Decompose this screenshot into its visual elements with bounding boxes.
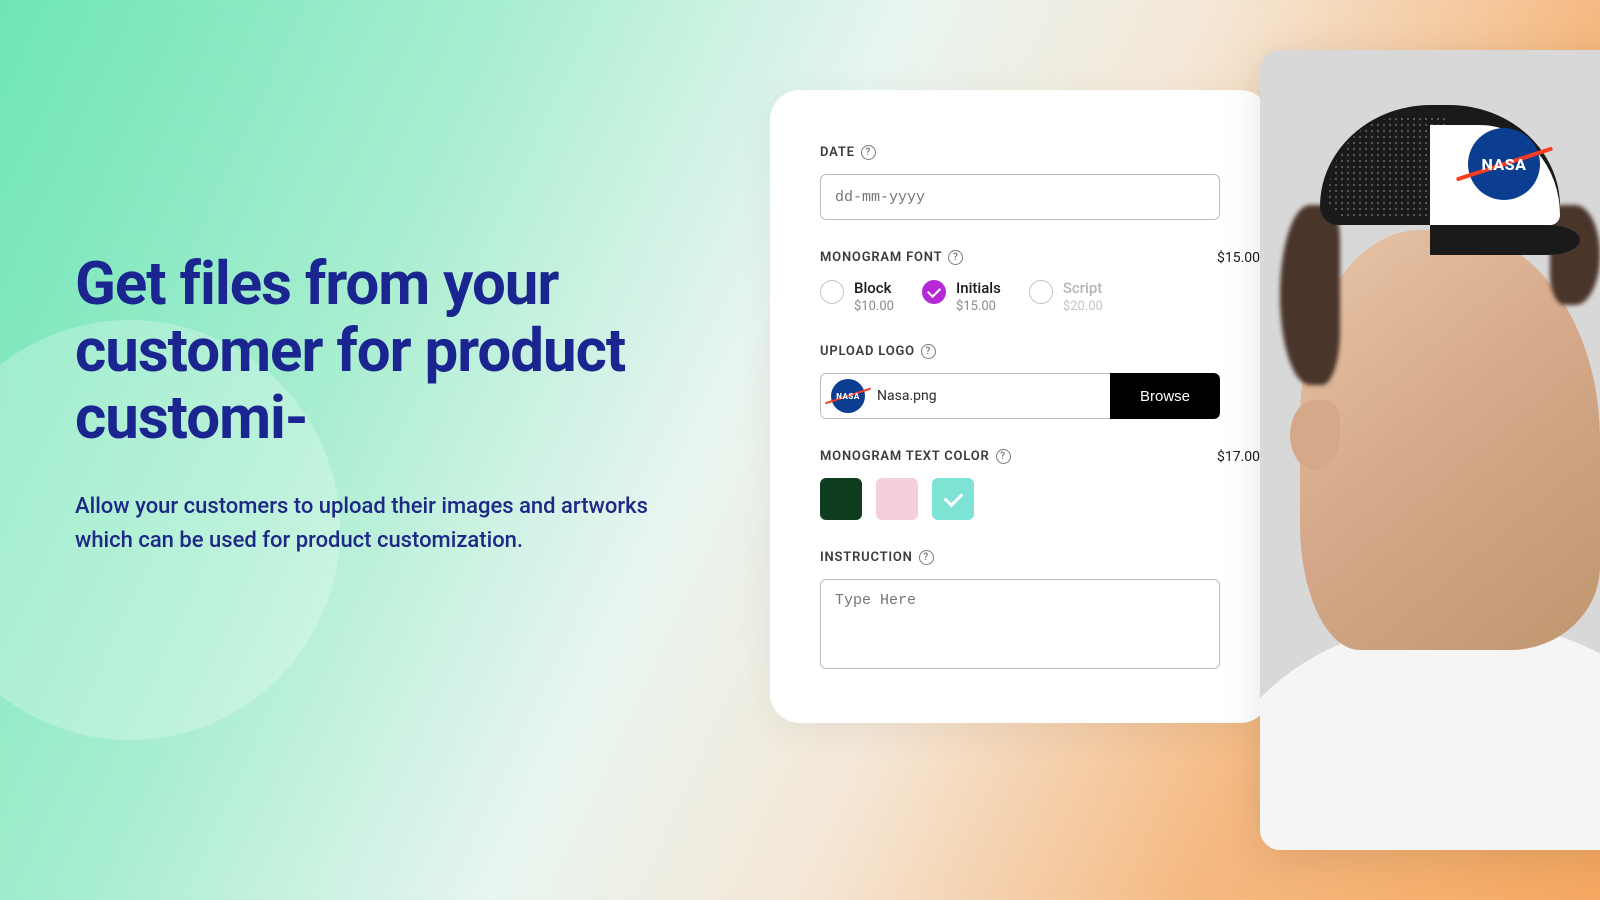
date-label: DATE ? bbox=[820, 145, 1220, 160]
text-color-label-text: MONOGRAM TEXT COLOR bbox=[820, 449, 990, 464]
cap: NASA bbox=[1320, 105, 1560, 255]
monogram-font-price: $15.00 bbox=[1217, 250, 1260, 266]
upload-logo-label: UPLOAD LOGO ? bbox=[820, 344, 1220, 359]
swatch-green[interactable] bbox=[820, 478, 862, 520]
instruction-field-group: INSTRUCTION ? bbox=[820, 550, 1220, 673]
nasa-logo-text: NASA bbox=[1482, 155, 1527, 174]
radio-circle-selected bbox=[922, 280, 946, 304]
text-color-price: $17.00 bbox=[1217, 449, 1260, 465]
text-color-field-group: $17.00 MONOGRAM TEXT COLOR ? bbox=[820, 449, 1220, 520]
radio-label: Initials bbox=[956, 279, 1001, 297]
ear-shape bbox=[1290, 400, 1340, 470]
help-icon[interactable]: ? bbox=[996, 449, 1011, 464]
cap-logo: NASA bbox=[1468, 128, 1540, 200]
radio-circle bbox=[1029, 280, 1053, 304]
swatch-teal[interactable] bbox=[932, 478, 974, 520]
radio-price: $15.00 bbox=[956, 299, 1001, 314]
product-preview-image: NASA bbox=[1260, 50, 1600, 850]
nasa-logo-icon: NASA bbox=[1468, 128, 1540, 200]
instruction-label-text: INSTRUCTION bbox=[820, 550, 913, 565]
upload-filename: Nasa.png bbox=[877, 388, 937, 404]
radio-initials[interactable]: Initials $15.00 bbox=[922, 279, 1001, 314]
monogram-font-label: MONOGRAM FONT ? bbox=[820, 250, 1220, 265]
instruction-label: INSTRUCTION ? bbox=[820, 550, 1220, 565]
swatch-row bbox=[820, 478, 1220, 520]
instruction-textarea[interactable] bbox=[820, 579, 1220, 669]
cap-bill bbox=[1430, 225, 1580, 255]
monogram-font-radio-row: Block $10.00 Initials $15.00 Script $20.… bbox=[820, 279, 1220, 314]
hero-subtitle: Allow your customers to upload their ima… bbox=[75, 490, 695, 558]
browse-button[interactable]: Browse bbox=[1110, 373, 1220, 419]
radio-label: Script bbox=[1063, 279, 1103, 297]
hero-section: Get files from your customer for product… bbox=[75, 250, 695, 558]
help-icon[interactable]: ? bbox=[919, 550, 934, 565]
upload-logo-field-group: UPLOAD LOGO ? NASA Nasa.png Browse bbox=[820, 344, 1220, 419]
radio-label: Block bbox=[854, 279, 894, 297]
monogram-font-field-group: $15.00 MONOGRAM FONT ? Block $10.00 Init… bbox=[820, 250, 1220, 314]
date-input[interactable] bbox=[820, 174, 1220, 220]
nasa-badge-text: NASA bbox=[836, 392, 860, 401]
radio-text: Script $20.00 bbox=[1063, 279, 1103, 314]
upload-logo-label-text: UPLOAD LOGO bbox=[820, 344, 915, 359]
tshirt-shape bbox=[1260, 620, 1600, 850]
customization-form-card: DATE ? $15.00 MONOGRAM FONT ? Block $10.… bbox=[770, 90, 1270, 723]
monogram-font-label-text: MONOGRAM FONT bbox=[820, 250, 942, 265]
radio-script[interactable]: Script $20.00 bbox=[1029, 279, 1103, 314]
text-color-label: MONOGRAM TEXT COLOR ? bbox=[820, 449, 1220, 464]
upload-row: NASA Nasa.png Browse bbox=[820, 373, 1220, 419]
radio-circle bbox=[820, 280, 844, 304]
radio-text: Initials $15.00 bbox=[956, 279, 1001, 314]
hero-title: Get files from your customer for product… bbox=[75, 250, 695, 452]
radio-price: $20.00 bbox=[1063, 299, 1103, 314]
upload-preview: NASA Nasa.png bbox=[820, 373, 1110, 419]
radio-price: $10.00 bbox=[854, 299, 894, 314]
help-icon[interactable]: ? bbox=[948, 250, 963, 265]
upload-thumbnail: NASA bbox=[831, 379, 865, 413]
swatch-pink[interactable] bbox=[876, 478, 918, 520]
date-field-group: DATE ? bbox=[820, 145, 1220, 220]
radio-block[interactable]: Block $10.00 bbox=[820, 279, 894, 314]
date-label-text: DATE bbox=[820, 145, 855, 160]
radio-text: Block $10.00 bbox=[854, 279, 894, 314]
help-icon[interactable]: ? bbox=[921, 344, 936, 359]
help-icon[interactable]: ? bbox=[861, 145, 876, 160]
